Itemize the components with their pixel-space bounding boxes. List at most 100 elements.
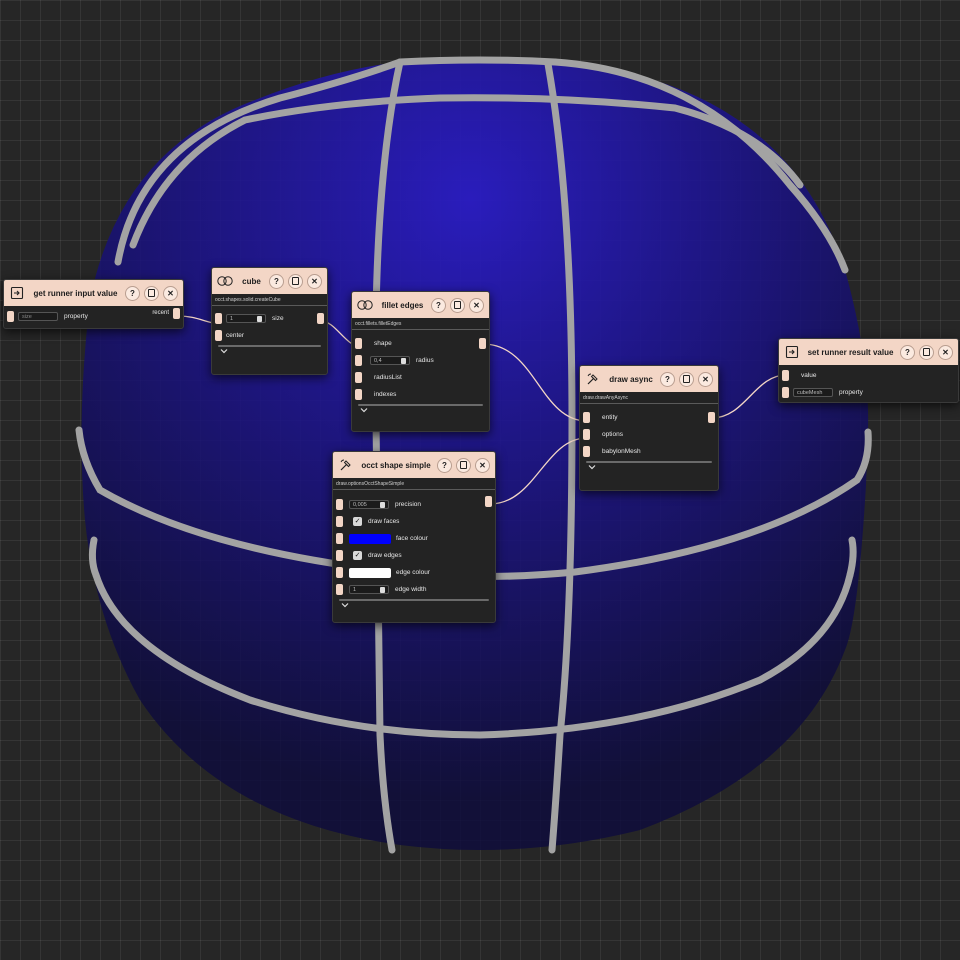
node-header[interactable]: cube ? ✕: [212, 268, 327, 294]
draw-faces-input-socket[interactable]: [336, 516, 343, 527]
property-text-input[interactable]: size: [18, 312, 58, 321]
options-output-socket[interactable]: [485, 496, 492, 507]
precision-number-input[interactable]: 0,005: [349, 500, 389, 509]
mesh-output-socket[interactable]: [708, 412, 715, 423]
copy-icon: [292, 277, 299, 285]
center-input-socket[interactable]: [215, 330, 222, 341]
chevron-down-icon[interactable]: [360, 407, 368, 413]
radius-list-label: radiusList: [374, 374, 402, 381]
options-row: options: [580, 426, 718, 443]
draw-faces-label: draw faces: [368, 518, 400, 525]
indexes-input-socket[interactable]: [355, 389, 362, 400]
edge-width-number-input[interactable]: 1: [349, 585, 389, 594]
duplicate-button[interactable]: [919, 344, 934, 360]
help-button[interactable]: ?: [269, 273, 284, 289]
duplicate-button[interactable]: [144, 285, 159, 301]
draw-faces-checkbox[interactable]: ✓: [353, 517, 362, 526]
radius-input-socket[interactable]: [355, 355, 362, 366]
property-input-socket[interactable]: [7, 311, 14, 322]
close-button[interactable]: ✕: [307, 273, 322, 289]
face-colour-picker[interactable]: [349, 533, 391, 544]
face-colour-input-socket[interactable]: [336, 533, 343, 544]
shape-output-socket[interactable]: [479, 338, 486, 349]
node-cube[interactable]: cube ? ✕ occt.shapes.solid.createCube 1 …: [211, 267, 328, 375]
shape-row: shape: [352, 335, 489, 352]
duplicate-button[interactable]: [288, 273, 303, 289]
radius-number-input[interactable]: 0,4: [370, 356, 410, 365]
radius-list-input-socket[interactable]: [355, 372, 362, 383]
recent-output-socket[interactable]: [173, 308, 180, 319]
help-button[interactable]: ?: [431, 297, 446, 313]
node-header[interactable]: draw async ? ✕: [580, 366, 718, 392]
size-number-input[interactable]: 1: [226, 314, 266, 323]
node-occt-shape-simple[interactable]: occt shape simple ? ✕ draw.optionsOcctSh…: [332, 451, 496, 623]
spinner-icon[interactable]: [401, 357, 406, 364]
property-label: property: [839, 389, 863, 396]
node-subtitle: draw.drawAnyAsync: [580, 392, 718, 404]
help-button[interactable]: ?: [125, 285, 140, 301]
checkmark-icon: ✓: [354, 518, 361, 525]
center-row: center: [212, 327, 327, 344]
node-fillet-edges[interactable]: fillet edges ? ✕ occt.fillets.filletEdge…: [351, 291, 490, 432]
spinner-icon[interactable]: [257, 315, 262, 322]
node-header[interactable]: occt shape simple ? ✕: [333, 452, 495, 478]
node-title: get runner input value: [33, 288, 118, 298]
precision-input-socket[interactable]: [336, 499, 343, 510]
close-button[interactable]: ✕: [475, 457, 490, 473]
precision-row: 0,005 precision: [333, 496, 495, 513]
node-title: occt shape simple: [361, 460, 431, 470]
chevron-down-icon[interactable]: [220, 348, 228, 354]
node-subtitle: occt.shapes.solid.createCube: [212, 294, 327, 306]
node-set-runner-result-value[interactable]: set runner result value ? ✕ value cubeMe…: [778, 338, 959, 403]
close-icon: ✕: [942, 347, 949, 357]
edge-colour-input-socket[interactable]: [336, 567, 343, 578]
edge-colour-picker[interactable]: [349, 567, 391, 578]
shape-input-socket[interactable]: [355, 338, 362, 349]
draw-faces-row: ✓ draw faces: [333, 513, 495, 530]
size-input-socket[interactable]: [215, 313, 222, 324]
edge-width-input-socket[interactable]: [336, 584, 343, 595]
help-button[interactable]: ?: [900, 344, 915, 360]
copy-icon: [460, 461, 467, 469]
options-input-socket[interactable]: [583, 429, 590, 440]
duplicate-button[interactable]: [679, 371, 694, 387]
close-button[interactable]: ✕: [163, 285, 178, 301]
help-button[interactable]: ?: [437, 457, 452, 473]
draw-edges-input-socket[interactable]: [336, 550, 343, 561]
entity-row: entity: [580, 409, 718, 426]
node-header[interactable]: get runner input value ? ✕: [4, 280, 183, 306]
close-button[interactable]: ✕: [938, 344, 953, 360]
babylon-mesh-input-socket[interactable]: [583, 446, 590, 457]
property-row: size property recent: [4, 308, 183, 325]
help-button[interactable]: ?: [660, 371, 675, 387]
property-input-socket[interactable]: [782, 387, 789, 398]
node-get-runner-input-value[interactable]: get runner input value ? ✕ size property…: [3, 279, 184, 329]
radius-label: radius: [416, 357, 434, 364]
node-header[interactable]: fillet edges ? ✕: [352, 292, 489, 318]
draw-edges-checkbox[interactable]: ✓: [353, 551, 362, 560]
input-icon: [8, 284, 26, 302]
duplicate-button[interactable]: [456, 457, 471, 473]
close-button[interactable]: ✕: [698, 371, 713, 387]
node-header[interactable]: set runner result value ? ✕: [779, 339, 958, 365]
recent-output-label: recent: [152, 310, 169, 316]
spinner-icon[interactable]: [380, 586, 385, 593]
shape-output-socket[interactable]: [317, 313, 324, 324]
node-title: set runner result value: [807, 347, 894, 357]
node-draw-async[interactable]: draw async ? ✕ draw.drawAnyAsync entity …: [579, 365, 719, 491]
shape-label: shape: [374, 340, 392, 347]
indexes-label: indexes: [374, 391, 397, 398]
property-text-input[interactable]: cubeMesh: [793, 388, 833, 397]
close-button[interactable]: ✕: [469, 297, 484, 313]
value-input-socket[interactable]: [782, 370, 789, 381]
close-icon: ✕: [311, 276, 318, 286]
close-icon: ✕: [479, 460, 486, 470]
duplicate-button[interactable]: [450, 297, 465, 313]
entity-input-socket[interactable]: [583, 412, 590, 423]
chevron-down-icon[interactable]: [588, 464, 596, 470]
spinner-icon[interactable]: [380, 501, 385, 508]
chevron-down-icon[interactable]: [341, 602, 349, 608]
edge-width-row: 1 edge width: [333, 581, 495, 598]
shape-icon: [216, 272, 234, 290]
node-footer: [352, 403, 489, 419]
